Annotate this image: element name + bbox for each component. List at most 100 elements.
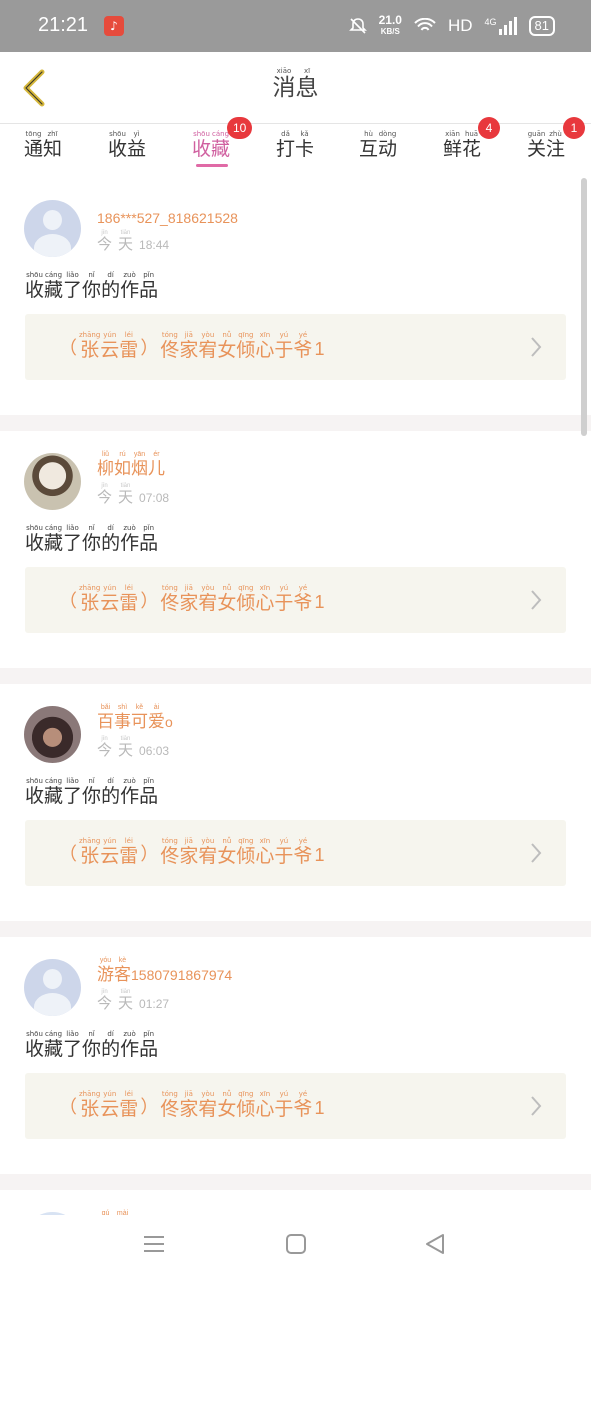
work-title-char: yún 云 xyxy=(100,1090,120,1120)
action-char: nǐ 你 xyxy=(82,271,102,301)
time-text: 07:08 xyxy=(139,491,170,505)
tab-label-char: dòng 动 xyxy=(378,130,398,160)
tab-6[interactable]: guān 关 zhù 注 xyxy=(527,131,565,159)
action-text: shōu 收 cáng 藏 liǎo 了 nǐ 你 dí 的 zuò 作 pǐn 品 xyxy=(25,778,158,806)
action-char: dí 的 xyxy=(101,1030,121,1060)
work-card[interactable]: （zhāng 张 yún 云 léi 雷） tóng 佟 jiā 家 yòu 宥 nǚ 女 qīng 倾 xīn… xyxy=(25,1073,566,1139)
tab-1[interactable]: shōu 收 yì 益 xyxy=(108,131,146,159)
work-title-char: yú 于 xyxy=(274,584,294,614)
scrollbar[interactable] xyxy=(581,178,587,436)
username[interactable]: liǔ 柳 rú 如 yān 烟 ér 儿 xyxy=(97,451,165,477)
username[interactable]: bǎi 百 shì 事 kě 可 ài 爱 o xyxy=(97,704,173,730)
work-title-text: 1 xyxy=(314,592,325,612)
work-card[interactable]: （zhāng 张 yún 云 léi 雷） tóng 佟 jiā 家 yòu 宥 nǚ 女 qīng 倾 xīn… xyxy=(25,820,566,886)
work-title-text: 1 xyxy=(314,339,325,359)
timestamp: jīn 今 tiān 天 06:03 xyxy=(97,736,169,758)
work-title-char: qīng 倾 xyxy=(236,584,256,614)
username-char: kě 可 xyxy=(131,704,148,731)
status-icons: 21.0 KB/S HD 4G 81 xyxy=(348,12,555,40)
home-icon[interactable] xyxy=(285,1233,307,1255)
work-title-text: （ xyxy=(59,844,77,864)
action-char: pǐn 品 xyxy=(139,524,159,554)
username[interactable]: yóu 游 kè 客 1580791867974 xyxy=(97,957,232,983)
network-speed: 21.0 KB/S xyxy=(378,13,402,36)
username[interactable]: 186***527_818621528 xyxy=(97,210,238,226)
hd-indicator: HD xyxy=(447,16,473,35)
today-char: jīn今 xyxy=(97,736,113,759)
tab-3[interactable]: dǎ 打 kǎ 卡 xyxy=(276,131,314,159)
tab-label-char: zhī 知 xyxy=(43,130,63,160)
action-char: shōu 收 xyxy=(25,777,45,807)
action-char: liǎo 了 xyxy=(63,1030,83,1060)
system-nav-bar xyxy=(0,1215,591,1280)
tab-badge: 1 xyxy=(563,117,585,139)
tab-4[interactable]: hù 互 dòng 动 xyxy=(359,131,397,159)
action-char: zuò 作 xyxy=(120,271,140,301)
today-char: jīn今 xyxy=(97,483,113,506)
back-icon[interactable] xyxy=(424,1233,446,1255)
message-item[interactable]: yóu 游 kè 客 1580791867974 jīn 今 tiān 天 01:27 shōu 收 c… xyxy=(0,937,591,1174)
divider xyxy=(0,415,591,431)
time-text: 01:27 xyxy=(139,997,170,1011)
work-title-char: qīng 倾 xyxy=(236,331,256,361)
work-title-text: ） xyxy=(140,1097,159,1117)
action-char: liǎo 了 xyxy=(63,777,83,807)
work-title-char: nǚ 女 xyxy=(217,584,237,614)
today-char: tiān天 xyxy=(118,736,134,759)
work-title-char: zhāng 张 xyxy=(79,1090,101,1120)
action-char: shōu 收 xyxy=(25,271,45,301)
avatar[interactable] xyxy=(24,706,81,763)
username-char: yóu 游 xyxy=(97,957,114,984)
avatar[interactable] xyxy=(24,200,81,257)
work-title-char: xīn 心 xyxy=(255,1090,275,1120)
action-char: nǐ 你 xyxy=(82,777,102,807)
time-text: 06:03 xyxy=(139,744,170,758)
username-char: ér 儿 xyxy=(148,451,165,478)
clock: 21:21 xyxy=(38,14,89,36)
tab-2[interactable]: shōu 收 cáng 藏 xyxy=(192,131,230,159)
tab-5[interactable]: xiān 鲜 huā 花 xyxy=(443,131,481,159)
message-item[interactable]: 186***527_818621528 jīn 今 tiān 天 18:44 shōu 收 cá… xyxy=(0,178,591,415)
work-title-char: xīn 心 xyxy=(255,331,275,361)
music-app-icon: ♪ xyxy=(104,16,124,36)
work-card[interactable]: （zhāng 张 yún 云 léi 雷） tóng 佟 jiā 家 yòu 宥 nǚ 女 qīng 倾 xīn… xyxy=(25,567,566,633)
action-char: pǐn 品 xyxy=(139,1030,159,1060)
work-title-text: 1 xyxy=(314,845,325,865)
work-title-char: yòu 宥 xyxy=(198,837,218,867)
avatar[interactable] xyxy=(24,453,81,510)
today-char: jīn今 xyxy=(97,989,113,1012)
action-char: dí 的 xyxy=(101,777,121,807)
work-title-char: yún 云 xyxy=(100,837,120,867)
work-title-char: nǚ 女 xyxy=(217,331,237,361)
menu-icon[interactable] xyxy=(143,1233,165,1255)
message-item[interactable]: bǎi 百 shì 事 kě 可 ài 爱 o jīn 今 tiān 天 06:03 shōu 收 cáng 藏 l… xyxy=(0,684,591,921)
work-title-text: （ xyxy=(59,338,77,358)
work-title: （zhāng 张 yún 云 léi 雷） tóng 佟 jiā 家 yòu 宥 nǚ 女 qīng 倾 xīn… xyxy=(57,1091,326,1119)
message-item[interactable]: liǔ 柳 rú 如 yān 烟 ér 儿 jīn 今 tiān 天 07:08 shōu 收 cáng 藏 li… xyxy=(0,431,591,668)
timestamp: jīn 今 tiān 天 18:44 xyxy=(97,230,169,252)
title-char: xiāo 消 xyxy=(272,67,296,101)
avatar[interactable] xyxy=(24,959,81,1016)
work-title-char: zhāng 张 xyxy=(79,331,101,361)
username-char: shì 事 xyxy=(114,704,131,731)
tab-0[interactable]: tōng 通 zhī 知 xyxy=(24,131,62,159)
action-char: cáng 藏 xyxy=(44,524,64,554)
work-title-char: léi 雷 xyxy=(119,1090,139,1120)
tab-label-char: shōu 收 xyxy=(192,130,212,160)
chevron-right-icon xyxy=(531,337,542,357)
chevron-right-icon xyxy=(531,843,542,863)
work-title-char: yún 云 xyxy=(100,331,120,361)
divider xyxy=(0,921,591,937)
username-text: o xyxy=(165,714,173,730)
mute-bell-icon xyxy=(348,18,367,34)
action-char: liǎo 了 xyxy=(63,524,83,554)
work-title: （zhāng 张 yún 云 léi 雷） tóng 佟 jiā 家 yòu 宥 nǚ 女 qīng 倾 xīn… xyxy=(57,332,326,360)
work-title-char: yé 爷 xyxy=(293,1090,313,1120)
work-title-char: léi 雷 xyxy=(119,837,139,867)
today-char: tiān天 xyxy=(118,989,134,1012)
work-title-char: jiā 家 xyxy=(179,331,199,361)
tab-label-char: cáng 藏 xyxy=(211,130,231,160)
work-title-text: 1 xyxy=(314,1098,325,1118)
username-char: bǎi 百 xyxy=(97,704,114,731)
work-card[interactable]: （zhāng 张 yún 云 léi 雷） tóng 佟 jiā 家 yòu 宥 nǚ 女 qīng 倾 xīn… xyxy=(25,314,566,380)
